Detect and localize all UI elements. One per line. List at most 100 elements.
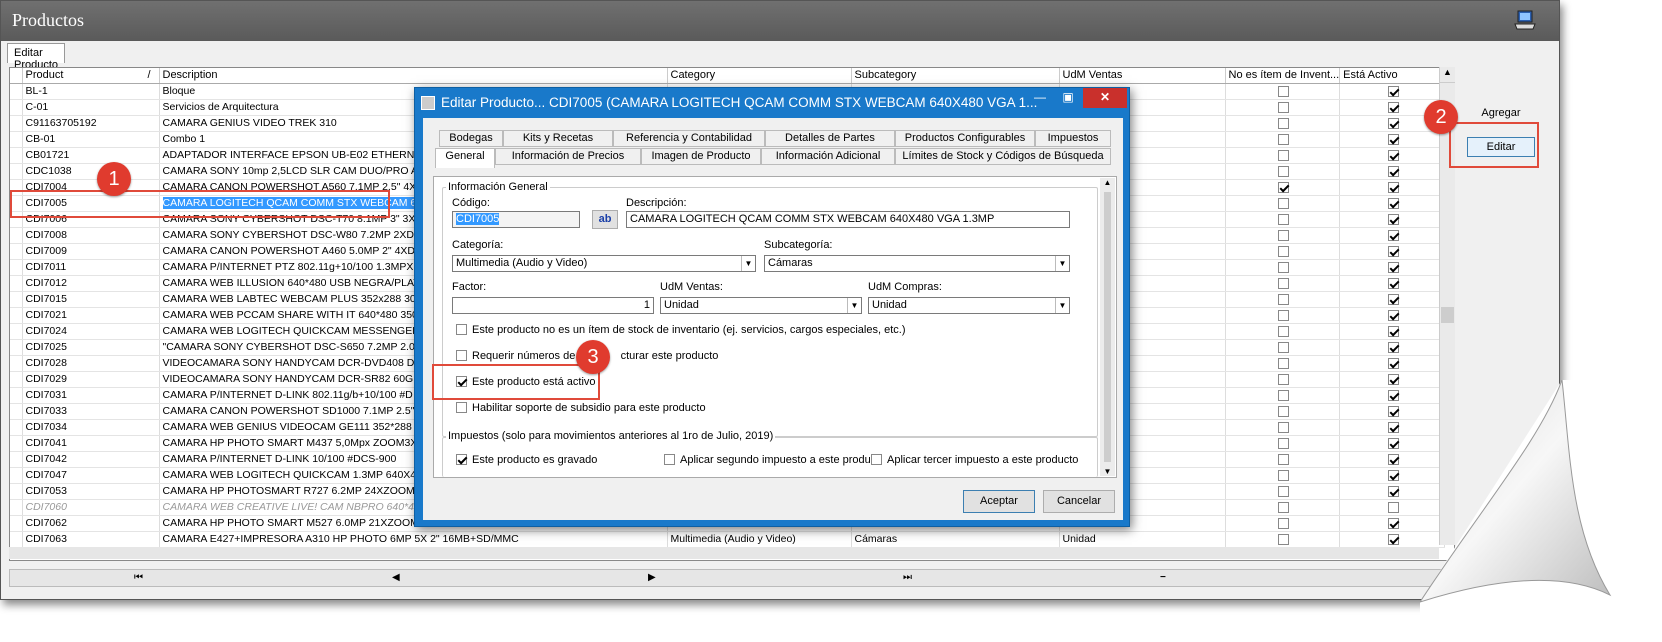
esta-activo-checkbox[interactable] — [1388, 485, 1400, 497]
esta-activo-checkbox[interactable] — [1388, 421, 1400, 433]
esta-activo-checkbox[interactable] — [1388, 517, 1400, 529]
cancelar-button[interactable]: Cancelar — [1043, 490, 1115, 513]
cell-esta-activo[interactable] — [1339, 163, 1446, 180]
esta-activo-checkbox[interactable] — [1388, 181, 1400, 193]
cell-product[interactable]: CDI7063 — [22, 531, 160, 548]
no-es-item-checkbox[interactable] — [1278, 293, 1290, 305]
cell-esta-activo[interactable] — [1339, 83, 1446, 100]
scroll-thumb[interactable] — [1441, 307, 1454, 323]
cell-esta-activo[interactable] — [1339, 483, 1446, 500]
col-subcategory[interactable]: Subcategory — [851, 68, 1060, 84]
tab-productos-configurables[interactable]: Productos Configurables — [895, 130, 1035, 147]
esta-activo-checkbox[interactable] — [1388, 229, 1400, 241]
esta-activo-checkbox[interactable] — [1388, 149, 1400, 161]
no-es-item-checkbox[interactable] — [1278, 405, 1290, 417]
udm-ventas-select[interactable]: Unidad ▼ — [660, 297, 862, 314]
cell-esta-activo[interactable] — [1339, 387, 1446, 404]
cell-esta-activo[interactable] — [1339, 339, 1446, 356]
tab-informacion-precios[interactable]: Información de Precios — [495, 148, 641, 165]
tab-editar-producto[interactable]: Editar Producto — [7, 43, 66, 71]
chevron-down-icon[interactable]: ▼ — [1055, 256, 1069, 271]
first-page-icon[interactable]: ⏮ — [134, 572, 143, 583]
cell-esta-activo[interactable] — [1339, 403, 1446, 420]
cell-product[interactable]: CDI7021 — [22, 307, 160, 324]
cell-description[interactable]: CAMARA E427+IMPRESORA A310 HP PHOTO 6MP … — [159, 531, 668, 548]
cell-esta-activo[interactable] — [1339, 195, 1446, 212]
no-es-item-checkbox[interactable] — [1278, 485, 1290, 497]
codigo-field[interactable]: CDI7005 — [452, 211, 580, 228]
cell-esta-activo[interactable] — [1339, 131, 1446, 148]
tab-informacion-adicional[interactable]: Información Adicional — [761, 148, 895, 165]
row-indicator[interactable] — [10, 515, 23, 532]
cell-no-es-item[interactable] — [1225, 243, 1341, 260]
no-es-item-checkbox[interactable] — [1278, 245, 1290, 257]
row-indicator[interactable] — [10, 131, 23, 148]
scroll-up-icon[interactable]: ▲ — [1440, 67, 1455, 83]
row-indicator[interactable] — [10, 115, 23, 132]
row-indicator[interactable] — [10, 339, 23, 356]
col-product[interactable]: Product / — [22, 68, 160, 84]
no-es-item-checkbox[interactable] — [1278, 165, 1290, 177]
row-indicator[interactable] — [10, 371, 23, 388]
esta-activo-checkbox[interactable] — [1388, 325, 1400, 337]
maximize-icon[interactable]: ▣ — [1055, 88, 1081, 108]
cell-esta-activo[interactable] — [1339, 499, 1446, 516]
next-page-icon[interactable]: ▶ — [648, 572, 656, 583]
no-es-item-checkbox[interactable] — [1278, 229, 1290, 241]
col-esta-activo[interactable]: Está Activo — [1339, 68, 1446, 84]
row-indicator[interactable] — [10, 483, 23, 500]
cell-esta-activo[interactable] — [1339, 451, 1446, 468]
col-no-es-item[interactable]: No es ítem de Invent... — [1225, 68, 1341, 84]
cell-no-es-item[interactable] — [1225, 259, 1341, 276]
tab-general[interactable]: General — [435, 148, 495, 168]
cell-esta-activo[interactable] — [1339, 355, 1446, 372]
cell-no-es-item[interactable] — [1225, 291, 1341, 308]
esta-activo-checkbox[interactable] — [1388, 101, 1400, 113]
no-es-item-checkbox[interactable] — [1278, 341, 1290, 353]
cell-no-es-item[interactable] — [1225, 163, 1341, 180]
cell-product[interactable]: CDI7008 — [22, 227, 160, 244]
laptop-icon[interactable] — [1513, 9, 1537, 31]
no-es-item-checkbox[interactable] — [1278, 181, 1290, 193]
esta-activo-checkbox[interactable] — [1388, 213, 1400, 225]
tab-detalles-partes[interactable]: Detalles de Partes — [765, 130, 895, 147]
row-indicator[interactable] — [10, 259, 23, 276]
row-indicator[interactable] — [10, 467, 23, 484]
cell-esta-activo[interactable] — [1339, 275, 1446, 292]
aceptar-button[interactable]: Aceptar — [963, 490, 1035, 513]
cell-product[interactable]: C-01 — [22, 99, 160, 116]
esta-activo-checkbox[interactable] — [1388, 293, 1400, 305]
cell-esta-activo[interactable] — [1339, 147, 1446, 164]
scroll-up-icon[interactable]: ▲ — [1100, 178, 1115, 187]
esta-activo-checkbox[interactable] — [1388, 357, 1400, 369]
cell-no-es-item[interactable] — [1225, 499, 1341, 516]
cell-no-es-item[interactable] — [1225, 419, 1341, 436]
udm-compras-select[interactable]: Unidad ▼ — [868, 297, 1070, 314]
esta-activo-checkbox[interactable] — [1388, 117, 1400, 129]
no-es-item-checkbox[interactable] — [1278, 149, 1290, 161]
cell-product[interactable]: CDI7042 — [22, 451, 160, 468]
no-es-item-checkbox[interactable] — [1278, 213, 1290, 225]
row-indicator[interactable] — [10, 99, 23, 116]
tab-bodegas[interactable]: Bodegas — [439, 130, 503, 147]
esta-activo-checkbox[interactable] — [1388, 165, 1400, 177]
panel-scrollbar[interactable]: ▲ ▼ — [1100, 178, 1115, 476]
cell-esta-activo[interactable] — [1339, 243, 1446, 260]
agregar-button[interactable]: Agregar — [1467, 104, 1535, 124]
cell-product[interactable]: CDI7029 — [22, 371, 160, 388]
tab-imagen-producto[interactable]: Imagen de Producto — [641, 148, 761, 165]
cell-product[interactable]: CDI7011 — [22, 259, 160, 276]
cell-esta-activo[interactable] — [1339, 259, 1446, 276]
last-page-icon[interactable]: ⏭ — [903, 572, 912, 583]
no-es-item-checkbox[interactable] — [1278, 517, 1290, 529]
cell-no-es-item[interactable] — [1225, 275, 1341, 292]
no-es-item-checkbox[interactable] — [1278, 533, 1290, 545]
cell-no-es-item[interactable] — [1225, 115, 1341, 132]
chk-no-stock[interactable] — [456, 324, 467, 335]
cell-esta-activo[interactable] — [1339, 371, 1446, 388]
chevron-down-icon[interactable]: ▼ — [1055, 298, 1069, 313]
esta-activo-checkbox[interactable] — [1388, 277, 1400, 289]
cell-no-es-item[interactable] — [1225, 483, 1341, 500]
cell-esta-activo[interactable] — [1339, 227, 1446, 244]
esta-activo-checkbox[interactable] — [1388, 373, 1400, 385]
